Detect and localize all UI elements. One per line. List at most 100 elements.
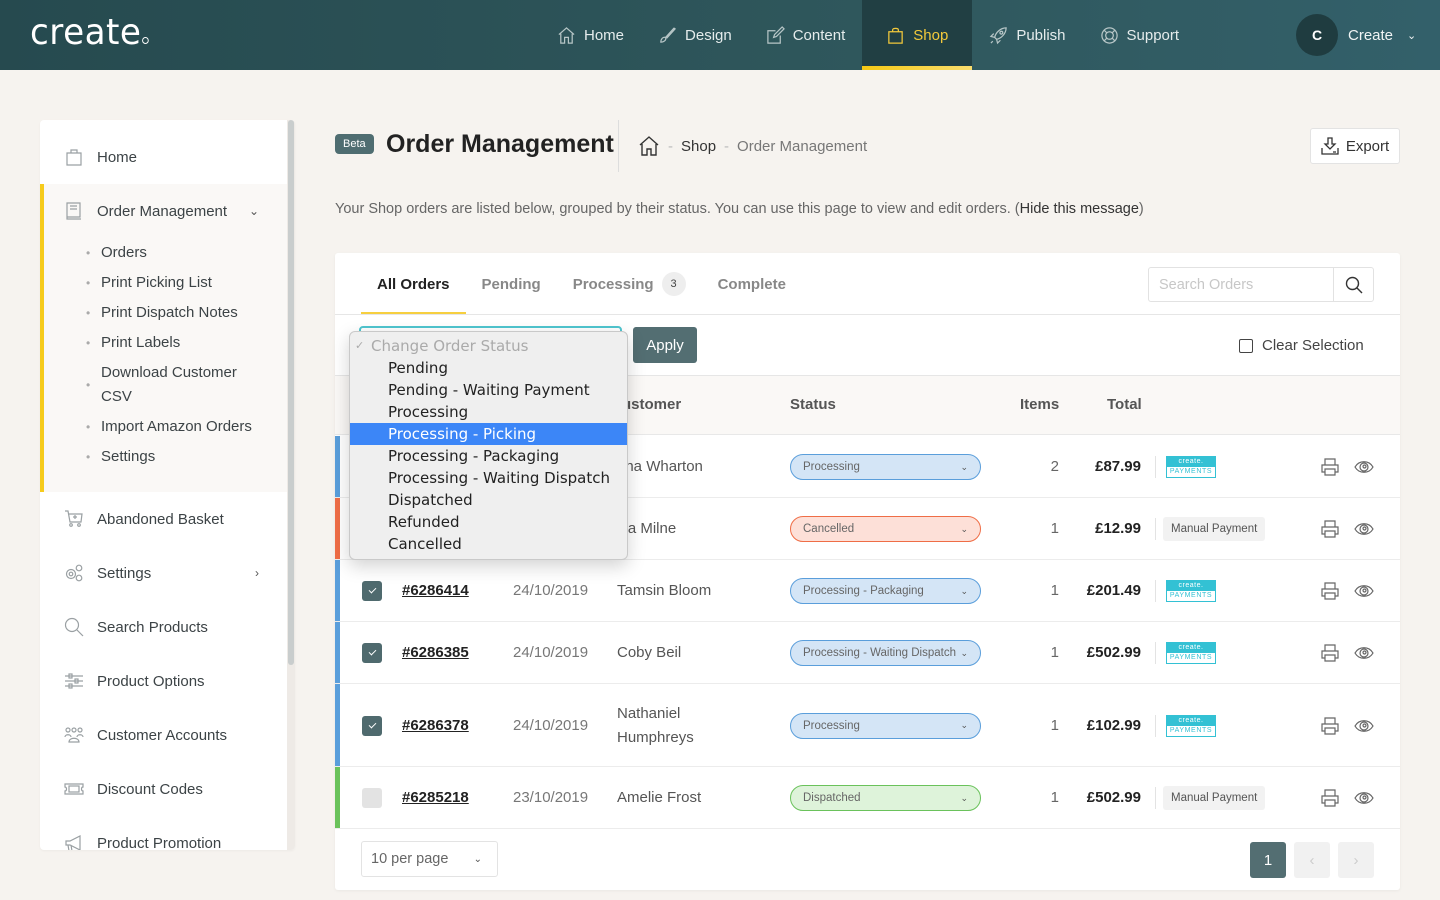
print-icon[interactable] [1321, 520, 1339, 538]
order-id-link[interactable]: #6286378 [402, 717, 469, 734]
scrollbar-thumb[interactable] [288, 120, 294, 665]
tab-pending[interactable]: Pending [466, 253, 557, 315]
page-1-button[interactable]: 1 [1250, 842, 1286, 878]
status-select[interactable]: Processing ⌄ [790, 454, 981, 480]
sidebar-subitem-download-customer-csv[interactable]: Download Customer CSV [86, 361, 271, 409]
sidebar-subitem-orders[interactable]: Orders [86, 241, 271, 265]
dropdown-option[interactable]: Processing [350, 401, 627, 423]
prev-page-button[interactable]: ‹ [1294, 842, 1330, 878]
order-total: £102.99 [1086, 716, 1141, 734]
dropdown-option[interactable]: Processing - Picking [350, 423, 627, 445]
row-checkbox[interactable] [362, 643, 382, 663]
breadcrumb-shop[interactable]: Shop [681, 138, 716, 155]
nav-label: Support [1126, 26, 1180, 44]
column-total[interactable]: Total [1107, 396, 1142, 413]
sidebar-item-customer-accounts[interactable]: Customer Accounts [40, 708, 287, 762]
clear-selection-label: Clear Selection [1262, 337, 1364, 354]
nav-content[interactable]: Content [749, 0, 863, 70]
view-icon[interactable] [1354, 520, 1374, 538]
view-icon[interactable] [1354, 717, 1374, 735]
sidebar-subitem-print-dispatch-notes[interactable]: Print Dispatch Notes [86, 301, 271, 325]
status-select[interactable]: Processing ⌄ [790, 712, 981, 739]
user-menu[interactable]: C Create ⌄ [1296, 14, 1416, 56]
sidebar-item-order-management[interactable]: Order Management ⌄ [40, 184, 287, 238]
table-row[interactable]: #6286414 24/10/2019 Tamsin Bloom Processing… [335, 560, 1400, 622]
nav-home[interactable]: Home [540, 0, 641, 70]
clear-selection[interactable]: Clear Selection [1239, 337, 1364, 354]
sidebar-item-search-products[interactable]: Search Products [40, 600, 287, 654]
print-icon[interactable] [1321, 789, 1339, 807]
apply-button[interactable]: Apply [633, 327, 697, 363]
divider [1155, 787, 1156, 809]
order-id-link[interactable]: #6286385 [402, 644, 469, 661]
view-icon[interactable] [1354, 582, 1374, 600]
view-icon[interactable] [1354, 789, 1374, 807]
dropdown-option[interactable]: Pending - Waiting Payment [350, 379, 627, 401]
nav-support[interactable]: Support [1083, 0, 1197, 70]
view-icon[interactable] [1354, 644, 1374, 662]
export-button[interactable]: Export [1310, 128, 1400, 164]
order-id-link[interactable]: #6286414 [402, 582, 469, 599]
search-input[interactable] [1149, 268, 1333, 301]
row-checkbox[interactable] [362, 581, 382, 601]
status-select[interactable]: Processing - Waiting Dispatch ⌄ [790, 640, 981, 666]
next-page-button[interactable]: › [1338, 842, 1374, 878]
print-icon[interactable] [1321, 644, 1339, 662]
dropdown-option[interactable]: Cancelled [350, 533, 627, 555]
sidebar-item-home[interactable]: Home [40, 130, 287, 184]
tab-processing[interactable]: Processing 3 [557, 253, 702, 315]
search-button[interactable] [1333, 268, 1373, 301]
intro-message: Your Shop orders are listed below, group… [335, 201, 1144, 217]
sidebar-subitem-print-labels[interactable]: Print Labels [86, 331, 271, 355]
nav-publish[interactable]: Publish [972, 0, 1082, 70]
print-icon[interactable] [1321, 582, 1339, 600]
nav-design[interactable]: Design [641, 0, 749, 70]
sidebar-item-product-promotion[interactable]: Product Promotion [40, 816, 287, 850]
sidebar-subitem-import-amazon-orders[interactable]: Import Amazon Orders [86, 415, 271, 439]
column-items[interactable]: Items [1020, 396, 1059, 413]
row-checkbox[interactable] [362, 715, 382, 736]
tab-complete[interactable]: Complete [702, 253, 802, 315]
tab-all-orders[interactable]: All Orders [361, 253, 466, 315]
sidebar-item-settings[interactable]: Settings › [40, 546, 287, 600]
gears-icon [64, 563, 84, 583]
sidebar-item-discount-codes[interactable]: Discount Codes [40, 762, 287, 816]
status-select[interactable]: Dispatched ⌄ [790, 785, 981, 811]
badge-top: create. [1167, 643, 1215, 653]
sidebar-scrollbar[interactable] [287, 120, 295, 850]
dropdown-placeholder[interactable]: Change Order Status [350, 335, 627, 357]
sidebar-item-label: Abandoned Basket [97, 510, 224, 528]
dropdown-option[interactable]: Refunded [350, 511, 627, 533]
hide-message-link[interactable]: Hide this message [1020, 201, 1139, 217]
clear-selection-checkbox[interactable] [1239, 338, 1253, 353]
dropdown-option[interactable]: Processing - Waiting Dispatch [350, 467, 627, 489]
print-icon[interactable] [1321, 458, 1339, 476]
badge-top: create. [1167, 581, 1215, 591]
sidebar-subitem-settings[interactable]: Settings [86, 445, 271, 469]
dropdown-option[interactable]: Pending [350, 357, 627, 379]
order-id-link[interactable]: #6285218 [402, 789, 469, 806]
table-row[interactable]: #6286385 24/10/2019 Coby Beil Processing - … [335, 622, 1400, 684]
row-checkbox[interactable] [362, 788, 382, 808]
per-page-select[interactable]: 10 per page ⌄ [361, 841, 498, 877]
column-customer[interactable]: ustomer [622, 396, 681, 413]
dropdown-option[interactable]: Processing - Packaging [350, 445, 627, 467]
column-status[interactable]: Status [790, 396, 836, 413]
order-date: 24/10/2019 [513, 716, 589, 734]
sidebar-subitem-print-picking-list[interactable]: Print Picking List [86, 271, 271, 295]
sidebar-item-abandoned-basket[interactable]: Abandoned Basket [40, 492, 287, 546]
item-count: 1 [1050, 520, 1059, 537]
status-select[interactable]: Processing - Packaging ⌄ [790, 578, 981, 604]
view-icon[interactable] [1354, 458, 1374, 476]
dropdown-option[interactable]: Dispatched [350, 489, 627, 511]
table-row[interactable]: #6286378 24/10/2019 Nathaniel Humphreys Pro… [335, 684, 1400, 767]
status-select[interactable]: Cancelled ⌄ [790, 516, 981, 542]
intro-text: Your Shop orders are listed below, group… [335, 201, 1020, 217]
sidebar-item-product-options[interactable]: Product Options [40, 654, 287, 708]
table-row[interactable]: #6285218 23/10/2019 Amelie Frost Dispatched… [335, 767, 1400, 829]
print-icon[interactable] [1321, 716, 1339, 735]
breadcrumb-current: Order Management [737, 137, 868, 155]
nav-shop[interactable]: Shop [862, 0, 973, 70]
logo[interactable]: create [30, 12, 150, 53]
home-icon[interactable] [638, 135, 660, 157]
